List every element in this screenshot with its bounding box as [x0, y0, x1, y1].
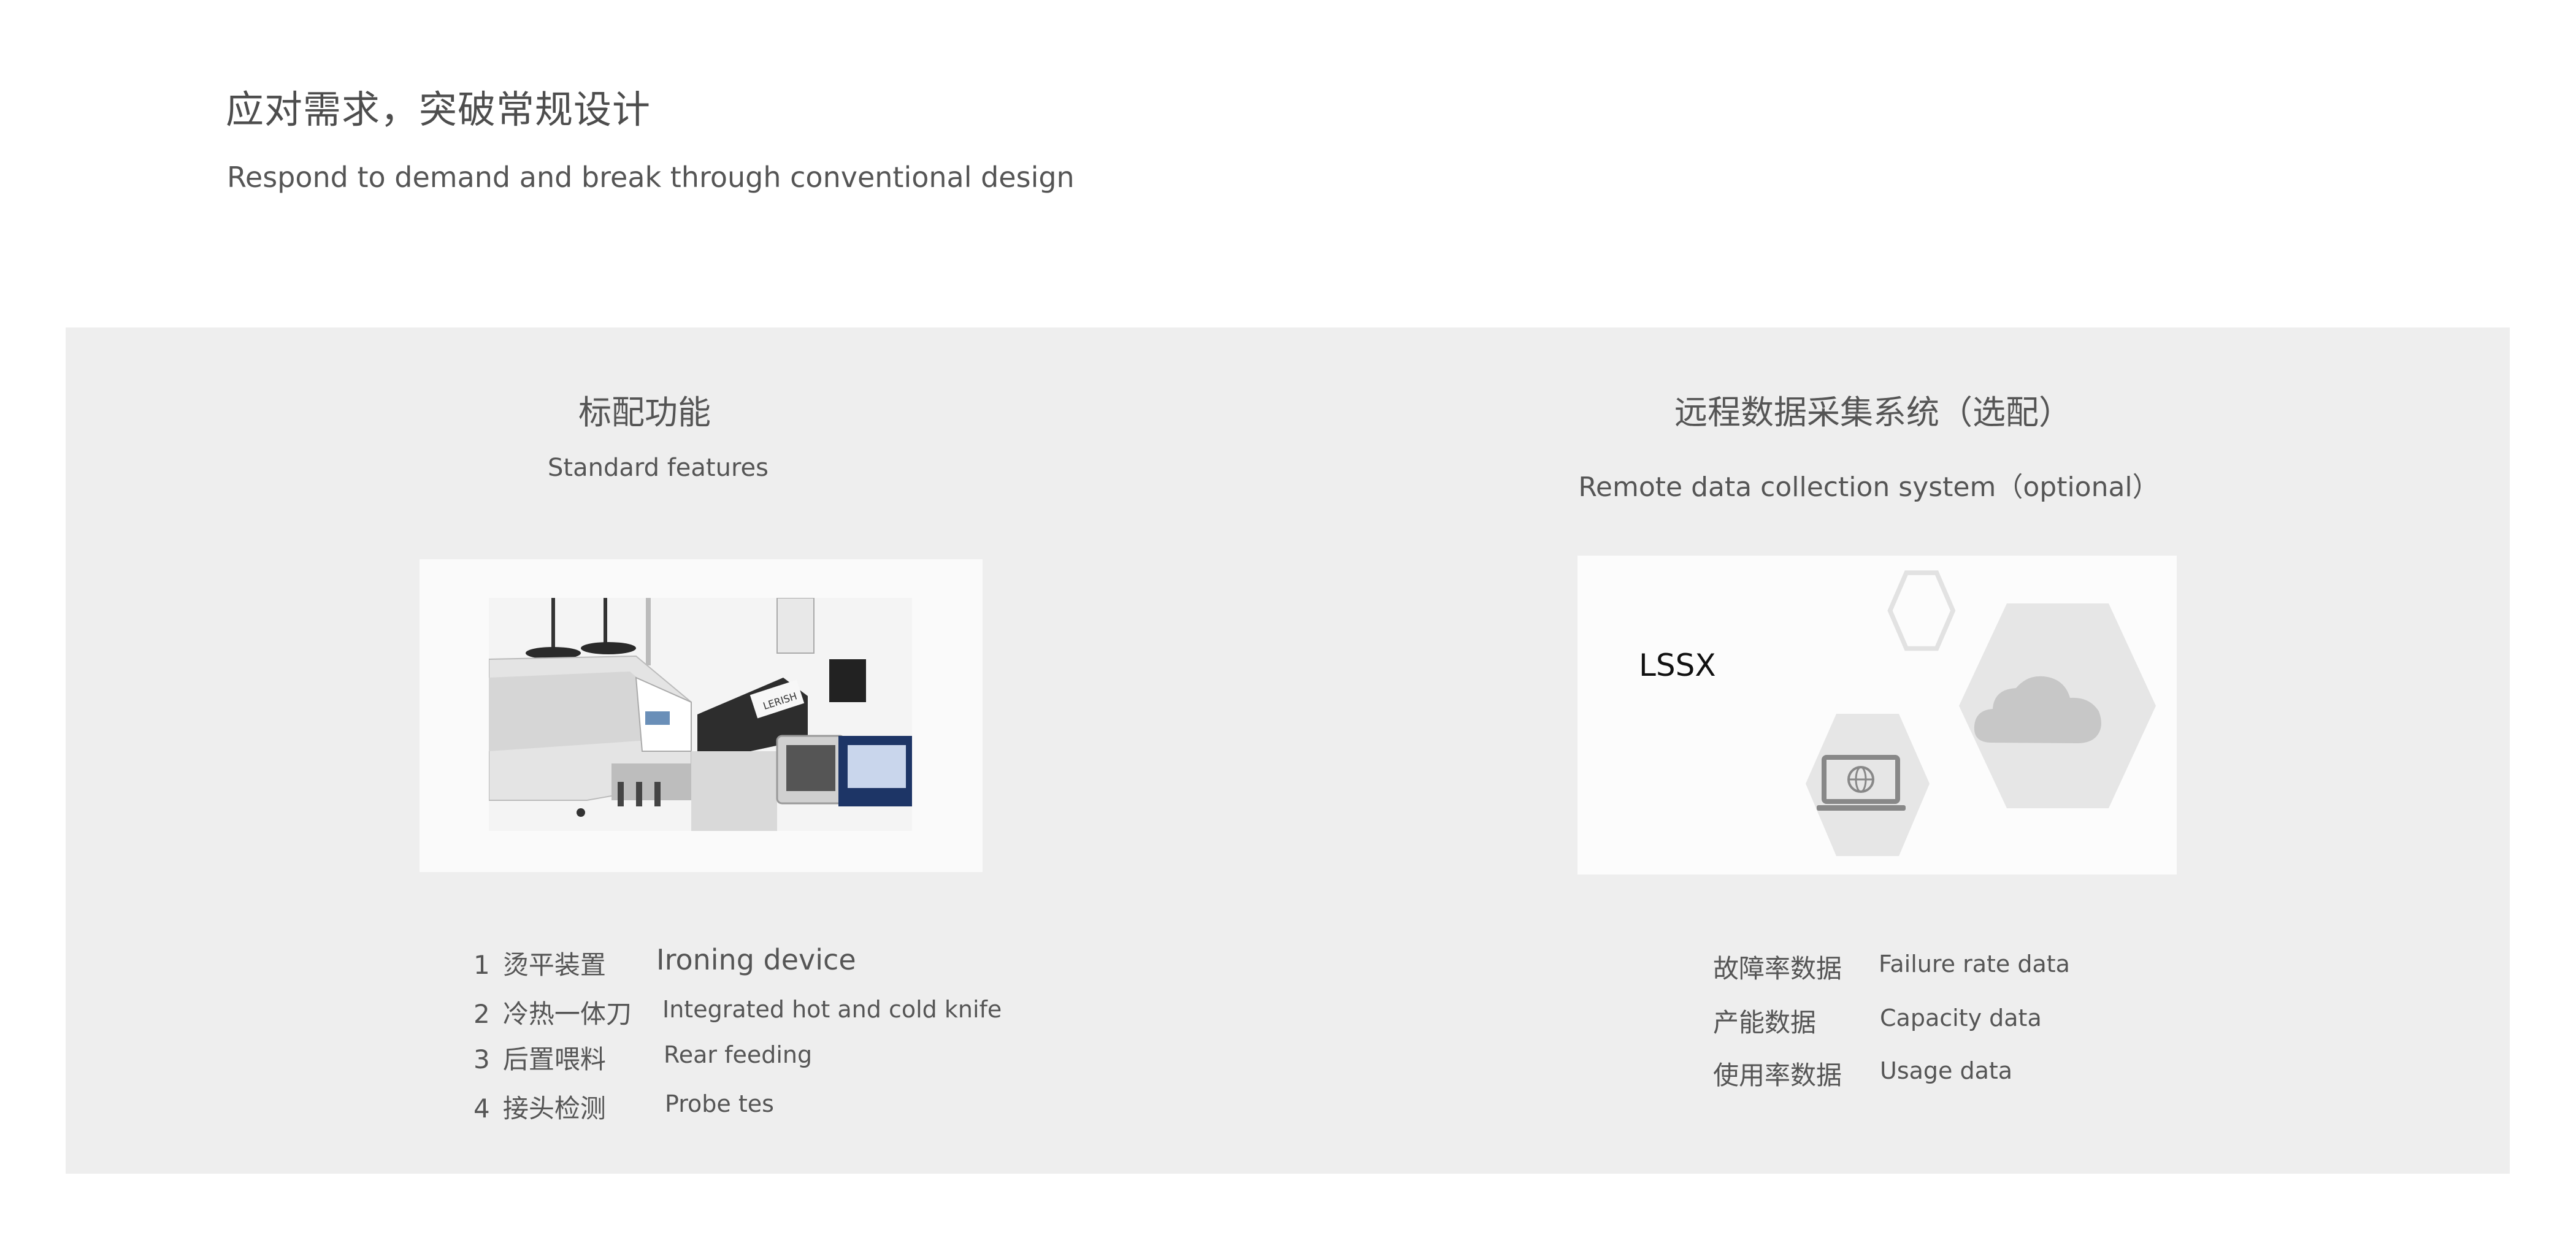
- cloud-icon: [1974, 676, 2101, 743]
- standard-title: 标配功能: [578, 393, 711, 432]
- remote-title: 远程数据采集系统（选配）: [1674, 393, 2072, 432]
- data-item-en: Failure rate data: [1879, 951, 2070, 977]
- remote-system-card: LSSX: [1577, 556, 2177, 874]
- feature-number: 4: [473, 1093, 490, 1123]
- list-item: 3 后置喂料 Rear feeding: [473, 1039, 812, 1076]
- laptop-globe-icon: [1817, 755, 1906, 811]
- feature-en: Probe tes: [665, 1090, 774, 1117]
- remote-subtitle: Remote data collection system（optional）: [1578, 472, 2160, 503]
- page-subtitle: Respond to demand and break through conv…: [227, 161, 1075, 194]
- data-item-cn: 产能数据: [1713, 1008, 1817, 1038]
- feature-en: Ironing device: [656, 943, 856, 976]
- page-title: 应对需求，突破常规设计: [226, 87, 651, 132]
- data-item-cn: 使用率数据: [1713, 1060, 1842, 1090]
- machine-image-card: LERISH: [420, 559, 983, 872]
- sewing-machine-image: LERISH: [489, 598, 912, 831]
- data-item-cn: 故障率数据: [1713, 954, 1842, 984]
- feature-cn: 后置喂料: [502, 1044, 606, 1074]
- standard-subtitle: Standard features: [548, 454, 769, 482]
- list-item: 4 接头检测 Probe tes: [473, 1088, 774, 1125]
- hexagon-outline: [1887, 570, 1956, 651]
- lssx-label: LSSX: [1639, 648, 1716, 683]
- feature-number: 1: [473, 950, 490, 980]
- feature-cn: 烫平装置: [502, 950, 606, 980]
- feature-en: Integrated hot and cold knife: [662, 996, 1002, 1023]
- list-item: 2 冷热一体刀 Integrated hot and cold knife: [473, 993, 1002, 1031]
- data-item-en: Capacity data: [1880, 1004, 2042, 1031]
- features-panel: 标配功能 Standard features LERISH 1 烫平装置 Iro…: [66, 327, 2510, 1174]
- data-item-en: Usage data: [1880, 1057, 2013, 1084]
- feature-en: Rear feeding: [664, 1041, 813, 1068]
- feature-number: 2: [473, 999, 490, 1029]
- list-item: 1 烫平装置 Ironing device: [473, 943, 856, 982]
- feature-number: 3: [473, 1044, 490, 1074]
- feature-cn: 冷热一体刀: [502, 999, 632, 1029]
- feature-cn: 接头检测: [502, 1093, 606, 1123]
